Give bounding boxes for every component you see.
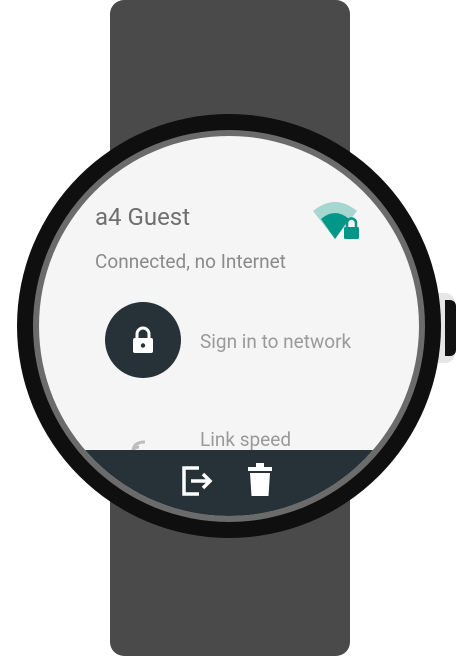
connection-status: Connected, no Internet [95, 250, 286, 273]
sign-in-label[interactable]: Sign in to network [200, 330, 351, 353]
action-bar [39, 450, 419, 516]
trash-icon [248, 463, 272, 496]
link-speed-label: Link speed [200, 428, 292, 451]
watch-screen: a4 Guest Connected, no Internet Sign in … [39, 136, 419, 516]
watch-crown-button[interactable] [445, 300, 456, 356]
exit-icon [182, 466, 213, 496]
sign-in-button[interactable] [105, 302, 181, 378]
network-name: a4 Guest [95, 203, 191, 231]
exit-button[interactable] [179, 463, 215, 503]
lock-icon [133, 326, 153, 353]
delete-button[interactable] [247, 463, 273, 501]
wifi-lock-icon [311, 199, 363, 249]
